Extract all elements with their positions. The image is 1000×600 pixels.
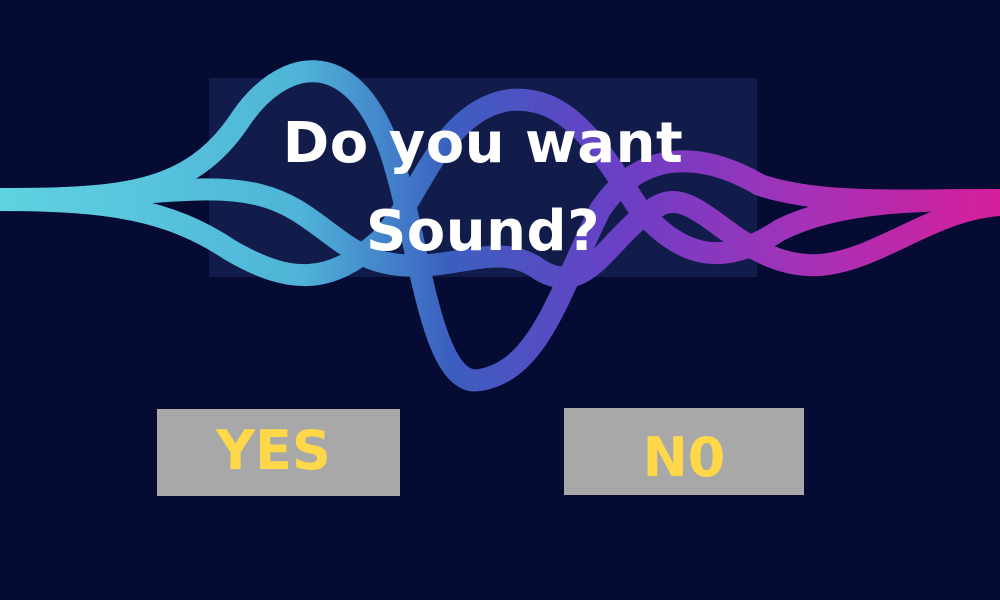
yes-button-label: YES [216, 419, 331, 482]
sound-wave-graphic [0, 60, 1000, 392]
question-line-2: Sound? [365, 199, 601, 264]
no-button-label: N0 [642, 426, 726, 489]
yes-button[interactable]: YES [157, 409, 400, 496]
question-text: Do you want Sound? [209, 100, 757, 276]
no-button[interactable]: N0 [564, 408, 804, 495]
question-line-1: Do you want [282, 111, 684, 176]
sound-prompt-screen: Do you want Sound? YES N0 [0, 0, 1000, 600]
